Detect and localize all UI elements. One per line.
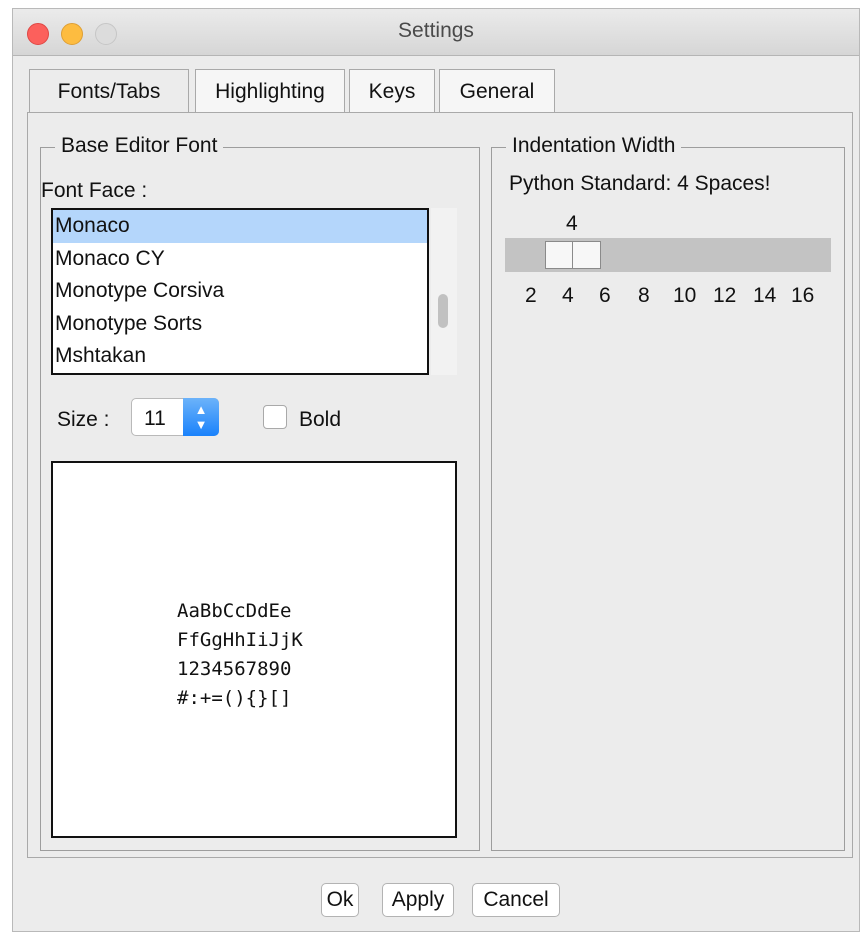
slider-tick-label: 16 bbox=[791, 284, 815, 307]
slider-tick-label: 6 bbox=[599, 284, 611, 307]
chevron-up-down-icon[interactable]: ▲ ▼ bbox=[183, 398, 219, 436]
preview-line: 1234567890 bbox=[177, 658, 292, 680]
tab-fonts-tabs[interactable]: Fonts/Tabs bbox=[29, 69, 189, 115]
slider-grip bbox=[572, 242, 573, 268]
preview-line: AaBbCcDdEe bbox=[177, 600, 292, 622]
title-bar[interactable]: Settings bbox=[13, 9, 859, 56]
python-standard-note: Python Standard: 4 Spaces! bbox=[509, 172, 771, 195]
slider-tick-label: 12 bbox=[713, 284, 737, 307]
base-editor-font-heading: Base Editor Font bbox=[55, 134, 224, 158]
preview-line: FfGgHhIiJjK bbox=[177, 629, 303, 651]
slider-tick-label: 14 bbox=[753, 284, 777, 307]
settings-window: Settings Fonts/Tabs Highlighting Keys Ge… bbox=[12, 8, 860, 932]
font-list-scroll-thumb[interactable] bbox=[438, 294, 448, 328]
indent-slider-handle[interactable] bbox=[545, 241, 601, 269]
font-size-select[interactable]: 11 ▲ ▼ bbox=[131, 398, 219, 436]
font-preview-text: AaBbCcDdEe FfGgHhIiJjK 1234567890 #:+=()… bbox=[177, 597, 303, 713]
indent-width-value: 4 bbox=[566, 212, 578, 235]
slider-tick-label: 2 bbox=[525, 284, 537, 307]
font-face-list[interactable]: Monaco Monaco CY Monotype Corsiva Monoty… bbox=[51, 208, 429, 375]
font-list-item-monotype-sorts[interactable]: Monotype Sorts bbox=[53, 308, 427, 341]
window-title: Settings bbox=[398, 19, 474, 42]
slider-tick-label: 10 bbox=[673, 284, 697, 307]
size-label: Size : bbox=[57, 408, 110, 431]
font-list-item-monaco[interactable]: Monaco bbox=[53, 210, 427, 243]
font-face-label: Font Face : bbox=[41, 179, 148, 202]
font-preview-box: AaBbCcDdEe FfGgHhIiJjK 1234567890 #:+=()… bbox=[51, 461, 457, 838]
font-list-item-mshtakan[interactable]: Mshtakan bbox=[53, 340, 427, 373]
tab-highlighting[interactable]: Highlighting bbox=[195, 69, 345, 113]
font-list-scrollbar[interactable] bbox=[431, 208, 457, 375]
bold-checkbox[interactable] bbox=[263, 405, 287, 429]
ok-button[interactable]: Ok bbox=[321, 883, 359, 917]
preview-line: #:+=(){}[] bbox=[177, 687, 292, 709]
font-list-item-monaco-cy[interactable]: Monaco CY bbox=[53, 243, 427, 276]
cancel-button[interactable]: Cancel bbox=[472, 883, 560, 917]
tab-general[interactable]: General bbox=[439, 69, 555, 113]
tab-keys[interactable]: Keys bbox=[349, 69, 435, 113]
apply-button[interactable]: Apply bbox=[382, 883, 454, 917]
font-list-item-monotype-corsiva[interactable]: Monotype Corsiva bbox=[53, 275, 427, 308]
slider-tick-label: 8 bbox=[638, 284, 650, 307]
indentation-width-heading: Indentation Width bbox=[506, 134, 682, 158]
slider-tick-label: 4 bbox=[562, 284, 574, 307]
font-size-value: 11 bbox=[144, 407, 166, 430]
bold-label: Bold bbox=[299, 408, 342, 431]
